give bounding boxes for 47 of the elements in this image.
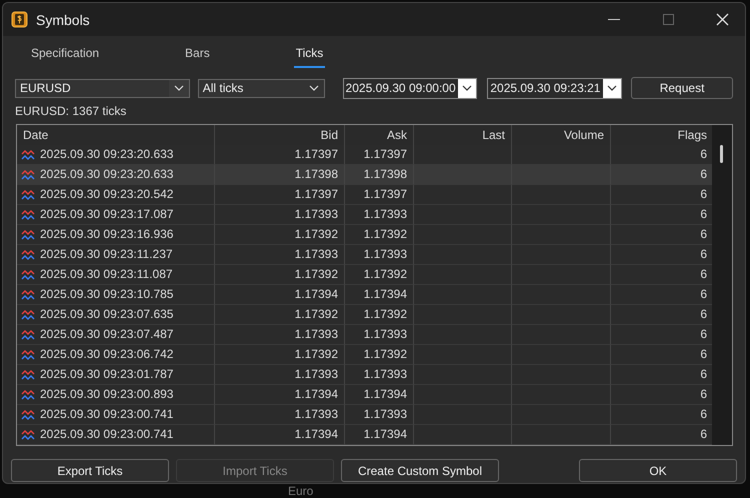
tab[interactable]: Bars [183,42,212,68]
column-header[interactable]: Volume [512,125,611,145]
action-button[interactable]: Create Custom Symbol [341,459,499,482]
table-cell: 1.17394 [345,425,414,445]
wave-icon [21,170,35,180]
chevron-down-icon [462,85,472,91]
wave-icon [21,410,35,420]
scrollbar[interactable] [712,125,732,445]
wave-icon [21,230,35,240]
window-title: Symbols [36,12,91,28]
minimize-icon[interactable] [608,18,620,20]
close-icon[interactable] [716,13,728,26]
wave-icon [21,390,35,400]
wave-icon [21,290,35,300]
dollar-icon [11,11,28,28]
date-field[interactable]: 2025.09.30 09:00:00 [342,78,478,98]
wave-icon [21,350,35,360]
column-header[interactable]: Flags [611,125,714,145]
request-button[interactable]: Request [631,77,733,99]
date-field[interactable]: 2025.09.30 09:23:21 [487,78,622,98]
wave-icon [21,150,35,160]
wave-icon [21,370,35,380]
action-button[interactable]: Export Ticks [11,459,169,482]
tab[interactable]: Specification [29,42,102,68]
dropdown[interactable]: EURUSD [15,78,190,98]
chevron-down-icon [607,85,618,91]
column-header[interactable]: Bid [215,125,345,145]
chevron-down-icon [174,85,184,91]
background-label: Euro [288,485,314,497]
dropdown[interactable]: All ticks [198,78,325,98]
table-cell: 2025.09.30 09:23:00.741 [17,425,215,445]
ok-button[interactable]: OK [579,459,737,482]
column-header[interactable]: Ask [345,125,414,145]
tab[interactable]: Ticks [294,42,326,68]
wave-icon [21,190,35,200]
tick-count-label: EURUSD: 1367 ticks [14,103,128,118]
wave-icon [21,330,35,340]
maximize-icon[interactable] [662,14,674,25]
column-header[interactable]: Last [414,125,512,145]
column-header[interactable]: Date [17,125,215,145]
wave-icon [21,430,35,440]
wave-icon [21,250,35,260]
table-cell: 1.17394 [215,425,345,445]
chevron-down-icon [308,85,319,91]
wave-icon [21,310,35,320]
wave-icon [21,210,35,220]
wave-icon [21,270,35,280]
